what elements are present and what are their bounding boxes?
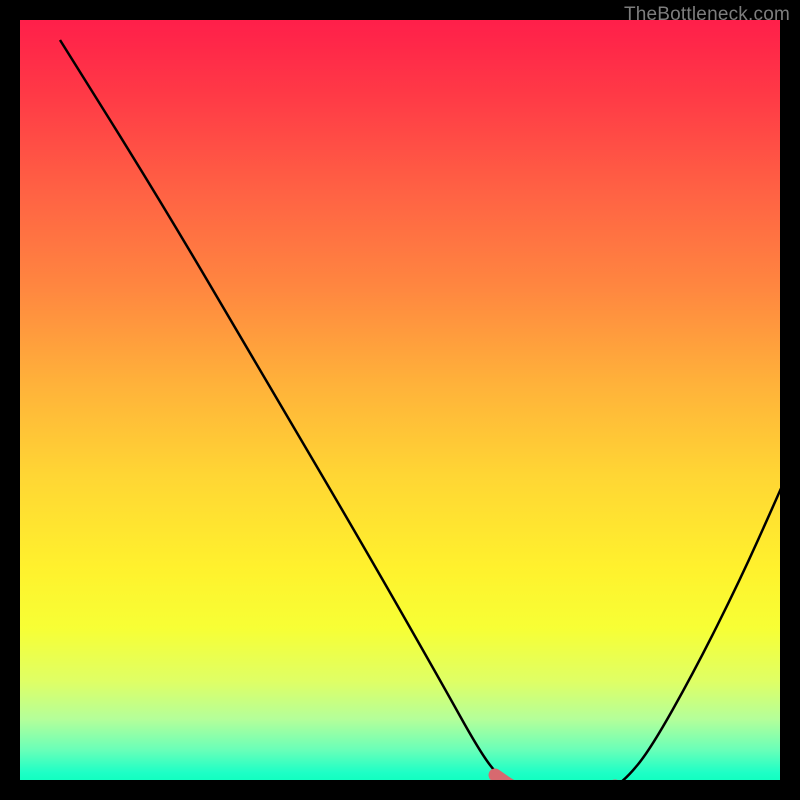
watermark-text: TheBottleneck.com — [624, 4, 790, 26]
chart-overlay — [40, 40, 780, 780]
chart-canvas: TheBottleneck.com — [0, 0, 800, 800]
curve-line — [60, 40, 780, 780]
plot-area — [20, 20, 780, 780]
highlight-segment — [495, 775, 615, 780]
